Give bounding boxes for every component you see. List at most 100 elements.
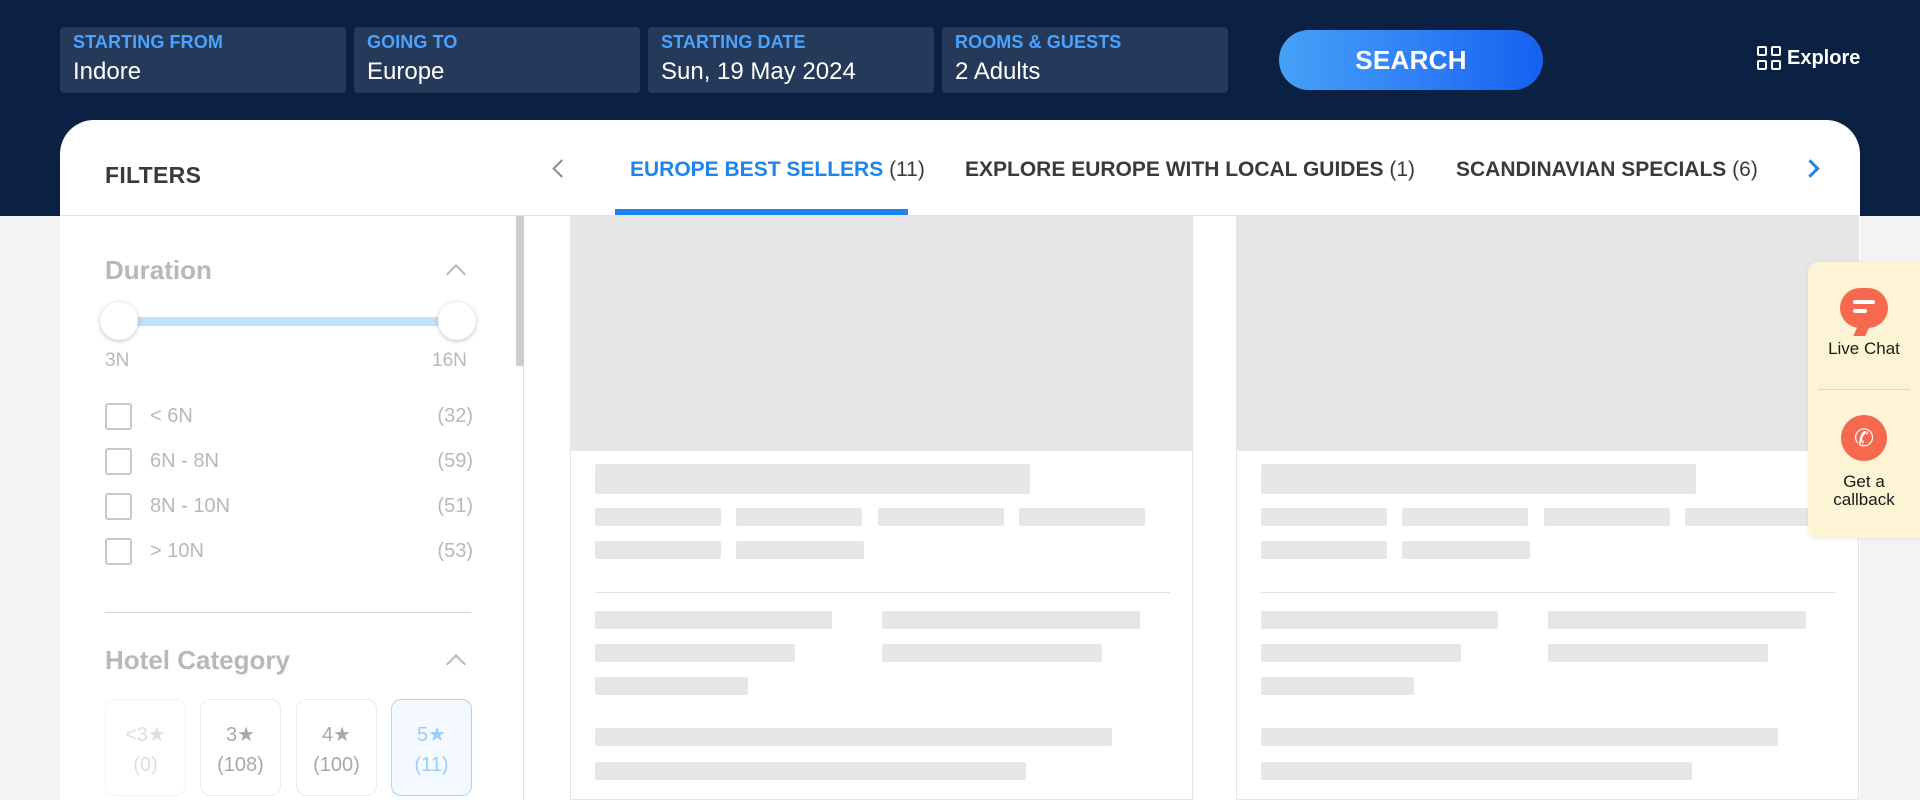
card-image-placeholder (571, 216, 1192, 451)
skeleton-bar (882, 644, 1102, 662)
skeleton-bar (1261, 508, 1387, 526)
going-to-value: Europe (367, 58, 445, 85)
duration-option-count: (32) (437, 404, 473, 427)
live-chat-button[interactable]: Live Chat (1808, 288, 1920, 358)
rooms-guests-value: 2 Adults (955, 58, 1041, 85)
hotel-category-option[interactable]: 4★ (100) (296, 699, 377, 796)
hotel-category-label: 3★ (225, 724, 256, 746)
duration-option-label: 6N - 8N (150, 449, 219, 472)
skeleton-bar (595, 541, 721, 559)
checkbox[interactable] (105, 537, 132, 565)
hotel-category-title: Hotel Category (105, 645, 290, 675)
live-chat-label: Live Chat (1828, 339, 1900, 358)
starting-date-value: Sun, 19 May 2024 (661, 58, 856, 85)
skeleton-bar (1261, 464, 1696, 494)
starting-date-field[interactable]: STARTING DATE Sun, 19 May 2024 (648, 27, 934, 93)
hotel-category-option[interactable]: <3★ (0) (105, 699, 186, 796)
duration-option-label: < 6N (150, 404, 193, 427)
starting-from-label: STARTING FROM (73, 32, 223, 52)
rooms-guests-field[interactable]: ROOMS & GUESTS 2 Adults (942, 27, 1228, 93)
starting-from-value: Indore (73, 58, 142, 85)
skeleton-bar (1685, 508, 1811, 526)
hotel-category-label: 5★ (416, 724, 447, 746)
card-divider (1261, 592, 1836, 593)
active-tab-indicator (615, 209, 908, 215)
skeleton-bar (1261, 728, 1778, 746)
skeleton-bar (736, 508, 862, 526)
skeleton-bar (1261, 611, 1498, 629)
search-button[interactable]: SEARCH (1279, 30, 1543, 90)
checkbox[interactable] (105, 447, 132, 475)
skeleton-bar (1402, 508, 1528, 526)
skeleton-bar (595, 762, 1026, 780)
tab-europe-best-sellers[interactable]: EUROPE BEST SELLERS (11) (630, 158, 925, 182)
duration-option[interactable]: 8N - 10N (51) (105, 491, 473, 521)
starting-date-label: STARTING DATE (661, 32, 806, 52)
skeleton-bar (1019, 508, 1145, 526)
tab-label: EXPLORE EUROPE WITH LOCAL GUIDES (965, 158, 1384, 181)
skeleton-bar (1548, 644, 1768, 662)
phone-icon: ✆ (1841, 415, 1887, 461)
duration-option-label: > 10N (150, 539, 204, 562)
grid-icon (1757, 46, 1781, 70)
going-to-field[interactable]: GOING TO Europe (354, 27, 640, 93)
hotel-category-option[interactable]: 3★ (108) (200, 699, 281, 796)
sidebar-scrollbar[interactable] (516, 216, 524, 366)
skeleton-bar (882, 611, 1140, 629)
hotel-category-option-selected[interactable]: 5★ (11) (391, 699, 472, 796)
hotel-category-count: (108) (217, 754, 264, 776)
duration-max-label: 16N (432, 350, 467, 371)
card-image-placeholder (1237, 216, 1858, 451)
skeleton-bar (595, 611, 832, 629)
starting-from-field[interactable]: STARTING FROM Indore (60, 27, 346, 93)
hotel-category-count: (0) (133, 754, 158, 776)
filters-header: FILTERS (60, 120, 524, 216)
skeleton-bar (1548, 611, 1806, 629)
tab-explore-europe-local-guides[interactable]: EXPLORE EUROPE WITH LOCAL GUIDES (1) (965, 158, 1415, 182)
skeleton-bar (1261, 677, 1414, 695)
duration-option[interactable]: < 6N (32) (105, 401, 473, 431)
tab-count: (6) (1732, 158, 1758, 181)
duration-slider-min-handle[interactable] (100, 302, 138, 340)
skeleton-bar (1402, 541, 1530, 559)
tab-scandinavian-specials[interactable]: SCANDINAVIAN SPECIALS (6) (1456, 158, 1758, 182)
tab-count: (1) (1389, 158, 1415, 181)
skeleton-bar (595, 644, 795, 662)
duration-option-label: 8N - 10N (150, 494, 231, 517)
skeleton-bar (595, 508, 721, 526)
duration-option[interactable]: > 10N (53) (105, 536, 473, 566)
support-widget: Live Chat ✆ Get a callback (1808, 262, 1920, 538)
checkbox[interactable] (105, 492, 132, 520)
checkbox[interactable] (105, 402, 132, 430)
skeleton-bar (736, 541, 864, 559)
chat-bubble-icon (1840, 288, 1888, 328)
duration-option-count: (53) (437, 539, 473, 562)
duration-option-count: (59) (437, 449, 473, 472)
skeleton-bar (595, 677, 748, 695)
support-divider (1818, 389, 1910, 390)
duration-option[interactable]: 6N - 8N (59) (105, 446, 473, 476)
tab-label: EUROPE BEST SELLERS (630, 158, 884, 181)
skeleton-bar (1261, 541, 1387, 559)
hotel-category-count: (100) (313, 754, 360, 776)
hotel-category-label: <3★ (125, 724, 166, 746)
going-to-label: GOING TO (367, 32, 458, 52)
skeleton-bar (595, 728, 1112, 746)
explore-link[interactable]: Explore (1757, 46, 1860, 70)
duration-min-label: 3N (105, 350, 130, 371)
skeleton-bar (878, 508, 1004, 526)
skeleton-bar (1544, 508, 1670, 526)
duration-slider-max-handle[interactable] (438, 302, 476, 340)
result-card-skeleton[interactable] (1236, 216, 1859, 800)
tab-count: (11) (889, 158, 925, 181)
filters-title: FILTERS (105, 162, 202, 188)
callback-label: Get a callback (1833, 472, 1895, 509)
result-card-skeleton[interactable] (570, 216, 1193, 800)
skeleton-bar (595, 464, 1030, 494)
hotel-category-label: 4★ (321, 724, 352, 746)
duration-slider-track[interactable] (118, 317, 440, 326)
tab-label: SCANDINAVIAN SPECIALS (1456, 158, 1727, 181)
callback-button[interactable]: ✆ Get a callback (1808, 415, 1920, 509)
duration-title: Duration (105, 255, 212, 285)
section-divider (105, 612, 471, 613)
